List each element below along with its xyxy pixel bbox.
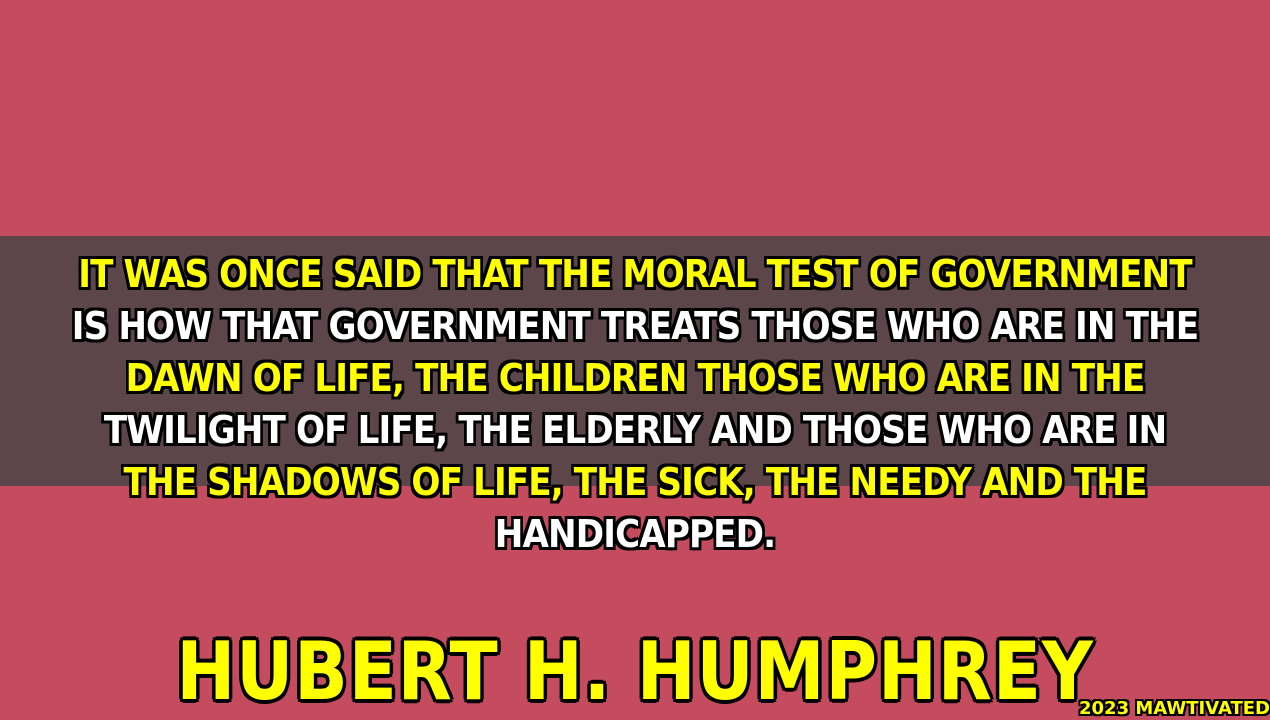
quote-line: DAWN OF LIFE, THE CHILDREN THOSE WHO ARE… <box>125 356 1146 400</box>
watermark: 2023 MAWTIVATED <box>1079 698 1270 719</box>
quote-line: IT WAS ONCE SAID THAT THE MORAL TEST OF … <box>78 252 1192 296</box>
quote-line: IS HOW THAT GOVERNMENT TREATS THOSE WHO … <box>71 304 1199 348</box>
quote-author: HUBERT H. HUMPHREY <box>176 625 1094 718</box>
quote-line: THE SHADOWS OF LIFE, THE SICK, THE NEEDY… <box>123 460 1148 504</box>
quote-line: HANDICAPPED. <box>494 512 776 556</box>
quote-line: TWILIGHT OF LIFE, THE ELDERLY AND THOSE … <box>103 408 1167 452</box>
quote-text: IT WAS ONCE SAID THAT THE MORAL TEST OF … <box>0 248 1270 560</box>
